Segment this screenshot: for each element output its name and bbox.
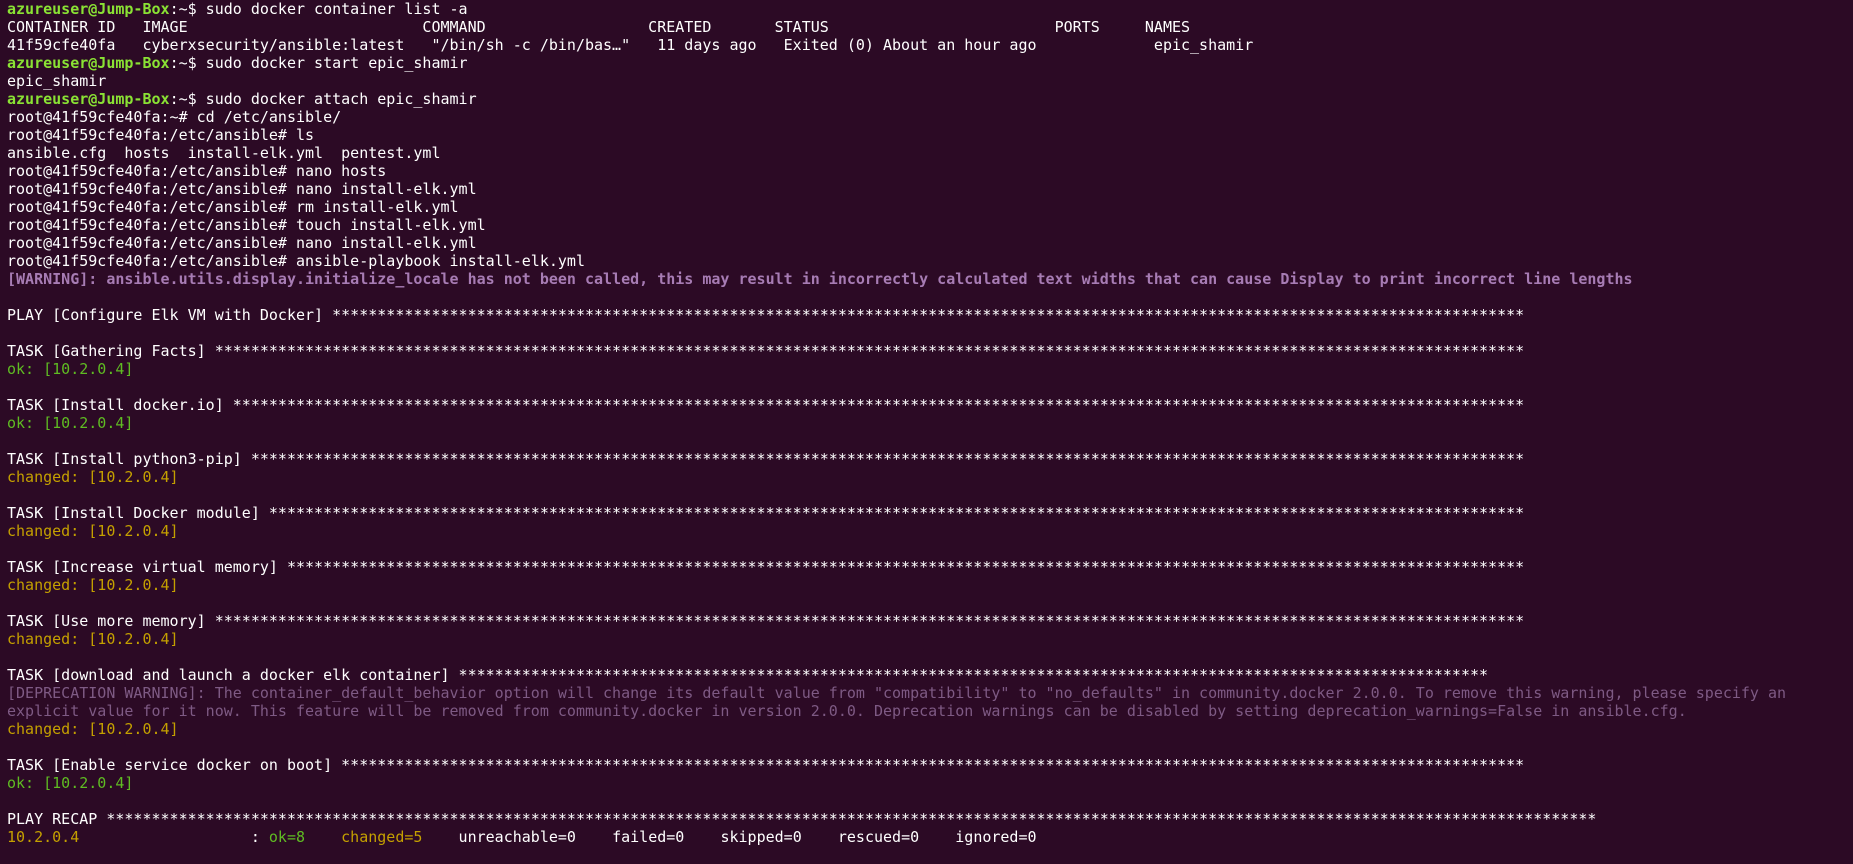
terminal-text: TASK [download and launch a docker elk c… (7, 666, 1489, 684)
terminal-text: [DEPRECATION WARNING]: The container_def… (7, 684, 1787, 702)
terminal-line: TASK [Install docker.io] ***************… (7, 396, 1853, 414)
terminal-line: root@41f59cfe40fa:/etc/ansible# ls (7, 126, 1853, 144)
terminal-line: ok: [10.2.0.4] (7, 360, 1853, 378)
terminal-line: 10.2.0.4 : ok=8 changed=5 unreachable=0 … (7, 828, 1853, 846)
terminal-line: root@41f59cfe40fa:/etc/ansible# touch in… (7, 216, 1853, 234)
terminal-line: root@41f59cfe40fa:~# cd /etc/ansible/ (7, 108, 1853, 126)
terminal-text: TASK [Use more memory] *****************… (7, 612, 1525, 630)
terminal-text: ok: [10.2.0.4] (7, 774, 134, 792)
terminal-line: TASK [Gathering Facts] *****************… (7, 342, 1853, 360)
terminal-text: epic_shamir (7, 72, 107, 90)
terminal-line: root@41f59cfe40fa:/etc/ansible# nano ins… (7, 180, 1853, 198)
terminal-line: CONTAINER ID IMAGE COMMAND CREATED STATU… (7, 18, 1853, 36)
terminal-line: TASK [Use more memory] *****************… (7, 612, 1853, 630)
terminal-line: azureuser@Jump-Box:~$ sudo docker start … (7, 54, 1853, 72)
terminal-line: changed: [10.2.0.4] (7, 576, 1853, 594)
terminal-text: root@41f59cfe40fa:/etc/ansible# nano ins… (7, 180, 477, 198)
terminal-text: TASK [Enable service docker on boot] ***… (7, 756, 1525, 774)
terminal-line: TASK [download and launch a docker elk c… (7, 666, 1853, 684)
terminal-text: ok: [10.2.0.4] (7, 414, 134, 432)
terminal-text: explicit value for it now. This feature … (7, 702, 1687, 720)
terminal-text: TASK [Install docker.io] ***************… (7, 396, 1525, 414)
terminal-text: root@41f59cfe40fa:/etc/ansible# touch in… (7, 216, 486, 234)
terminal-text: CONTAINER ID IMAGE COMMAND CREATED STATU… (7, 18, 1191, 36)
terminal-line: PLAY [Configure Elk VM with Docker] ****… (7, 306, 1853, 324)
terminal-text: PLAY RECAP *****************************… (7, 810, 1597, 828)
terminal-line: ok: [10.2.0.4] (7, 774, 1853, 792)
terminal-line: changed: [10.2.0.4] (7, 630, 1853, 648)
terminal-line: azureuser@Jump-Box:~$ sudo docker attach… (7, 90, 1853, 108)
terminal-text: 10.2.0.4 (7, 828, 80, 846)
terminal-text: root@41f59cfe40fa:/etc/ansible# ls (7, 126, 315, 144)
terminal-text: :~$ sudo docker attach epic_shamir (169, 90, 477, 108)
terminal-text: ansible.cfg hosts install-elk.yml pentes… (7, 144, 441, 162)
terminal-line: root@41f59cfe40fa:/etc/ansible# nano hos… (7, 162, 1853, 180)
terminal-line: TASK [Enable service docker on boot] ***… (7, 756, 1853, 774)
terminal-line: [DEPRECATION WARNING]: The container_def… (7, 684, 1853, 702)
terminal-line: explicit value for it now. This feature … (7, 702, 1853, 720)
terminal-text: azureuser@Jump-Box (7, 0, 170, 18)
terminal-text: ok: [10.2.0.4] (7, 360, 134, 378)
terminal-text: azureuser@Jump-Box (7, 54, 170, 72)
terminal-text: root@41f59cfe40fa:/etc/ansible# ansible-… (7, 252, 585, 270)
terminal-line: changed: [10.2.0.4] (7, 522, 1853, 540)
terminal-text: PLAY [Configure Elk VM with Docker] ****… (7, 306, 1525, 324)
terminal-line: TASK [Increase virtual memory] *********… (7, 558, 1853, 576)
terminal-line: TASK [Install python3-pip] *************… (7, 450, 1853, 468)
terminal-text: :~$ sudo docker start epic_shamir (169, 54, 468, 72)
terminal-text: azureuser@Jump-Box (7, 90, 170, 108)
terminal-line: ansible.cfg hosts install-elk.yml pentes… (7, 144, 1853, 162)
terminal-text: :~$ sudo docker container list -a (169, 0, 468, 18)
terminal-line: changed: [10.2.0.4] (7, 720, 1853, 738)
terminal-line: 41f59cfe40fa cyberxsecurity/ansible:late… (7, 36, 1853, 54)
terminal-text: root@41f59cfe40fa:/etc/ansible# nano hos… (7, 162, 387, 180)
terminal-text: : (79, 828, 269, 846)
terminal-line: changed: [10.2.0.4] (7, 468, 1853, 486)
terminal-line: TASK [Install Docker module] ***********… (7, 504, 1853, 522)
terminal-text: TASK [Increase virtual memory] *********… (7, 558, 1525, 576)
terminal-text: ok=8 (268, 828, 306, 846)
terminal-text: 41f59cfe40fa cyberxsecurity/ansible:late… (7, 36, 1254, 54)
terminal-line: azureuser@Jump-Box:~$ sudo docker contai… (7, 0, 1853, 18)
terminal-line: root@41f59cfe40fa:/etc/ansible# ansible-… (7, 252, 1853, 270)
terminal-text: changed: [10.2.0.4] (7, 522, 179, 540)
terminal-line: root@41f59cfe40fa:/etc/ansible# nano ins… (7, 234, 1853, 252)
terminal-window[interactable]: azureuser@Jump-Box:~$ sudo docker contai… (7, 0, 1853, 864)
terminal-line: PLAY RECAP *****************************… (7, 810, 1853, 828)
terminal-text: changed=5 (341, 828, 423, 846)
terminal-line: epic_shamir (7, 72, 1853, 90)
terminal-line: ok: [10.2.0.4] (7, 414, 1853, 432)
terminal-text: root@41f59cfe40fa:/etc/ansible# rm insta… (7, 198, 459, 216)
terminal-text: root@41f59cfe40fa:~# cd /etc/ansible/ (7, 108, 342, 126)
terminal-text: unreachable=0 failed=0 skipped=0 rescued… (422, 828, 1037, 846)
terminal-line: [WARNING]: ansible.utils.display.initial… (7, 270, 1853, 288)
terminal-text: TASK [Install python3-pip] *************… (7, 450, 1525, 468)
terminal-text: changed: [10.2.0.4] (7, 630, 179, 648)
terminal-text: TASK [Install Docker module] ***********… (7, 504, 1525, 522)
terminal-text: root@41f59cfe40fa:/etc/ansible# nano ins… (7, 234, 477, 252)
terminal-text: changed: [10.2.0.4] (7, 576, 179, 594)
terminal-text: changed: [10.2.0.4] (7, 720, 179, 738)
terminal-line: root@41f59cfe40fa:/etc/ansible# rm insta… (7, 198, 1853, 216)
terminal-text: changed: [10.2.0.4] (7, 468, 179, 486)
terminal-text: [WARNING]: ansible.utils.display.initial… (7, 270, 1633, 288)
terminal-text: TASK [Gathering Facts] *****************… (7, 342, 1525, 360)
